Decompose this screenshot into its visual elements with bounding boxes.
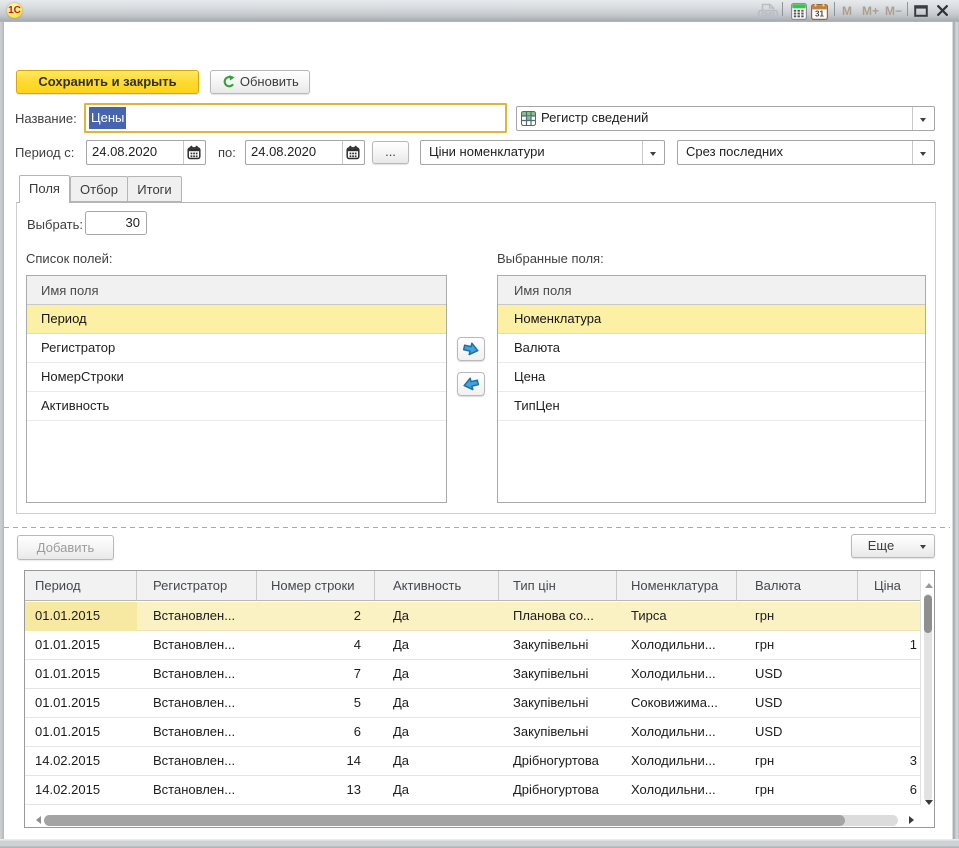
svg-text:31: 31 (815, 10, 824, 19)
